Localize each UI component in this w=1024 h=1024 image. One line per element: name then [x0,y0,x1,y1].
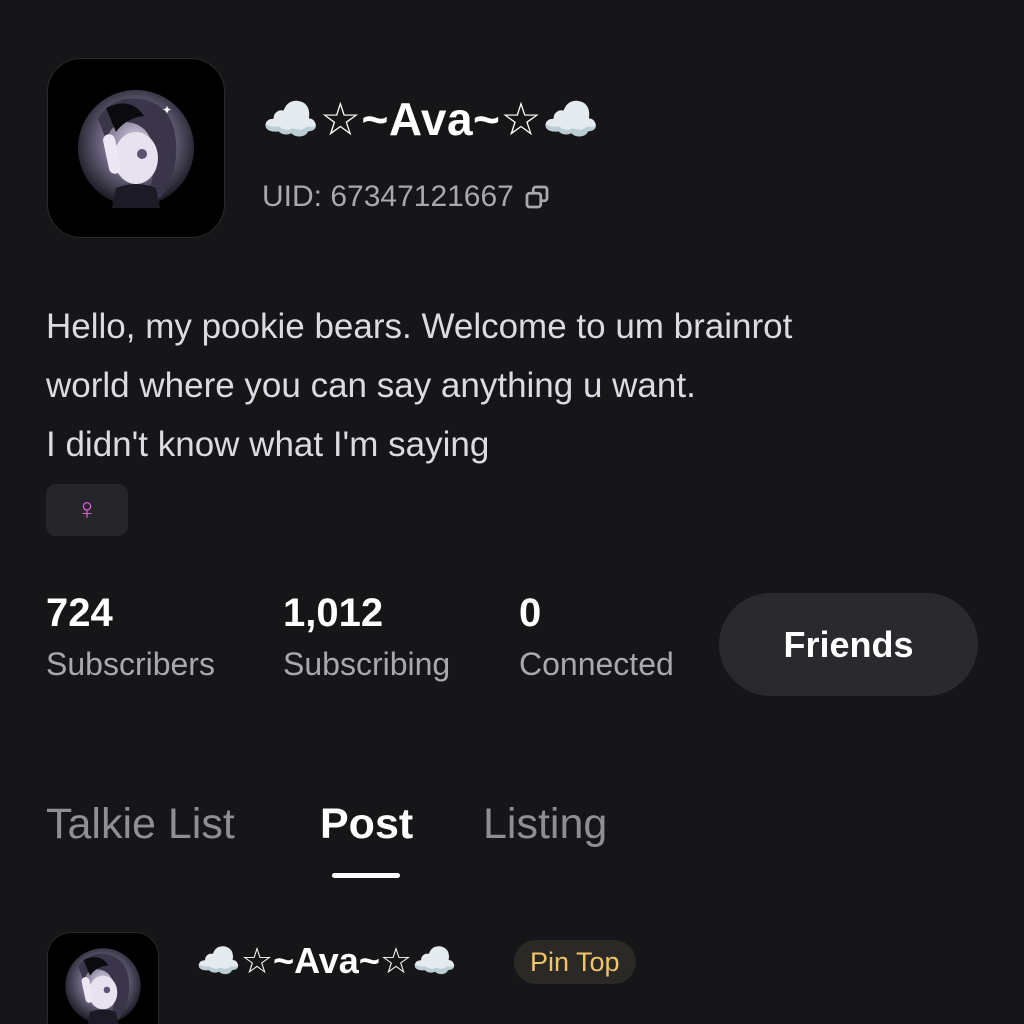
subscribers-label: Subscribers [46,646,215,682]
friends-button[interactable]: Friends [719,593,978,696]
tab-talkie-list[interactable]: Talkie List [46,800,235,849]
stat-subscribing[interactable]: 1,012 Subscribing [283,590,450,683]
bio-line: world where you can say anything u want. [46,366,696,405]
tab-post[interactable]: Post [320,800,413,849]
gender-badge: ♀ [46,484,128,536]
avatar-image: ✦ [78,90,194,208]
tab-listing[interactable]: Listing [483,800,607,849]
copy-icon[interactable] [522,182,552,212]
bio-line: Hello, my pookie bears. Welcome to um br… [46,307,793,346]
svg-text:✦: ✦ [162,103,172,117]
avatar-image [65,948,141,1024]
profile-avatar[interactable]: ✦ [47,58,225,238]
pin-top-badge: Pin Top [514,940,636,984]
connected-count: 0 [519,591,542,635]
stat-subscribers[interactable]: 724 Subscribers [46,590,215,683]
profile-name: ☁️☆~Ava~☆☁️ [262,93,600,145]
uid-row: UID: 67347121667 [262,180,552,214]
subscribers-count: 724 [46,591,113,635]
post-author-name[interactable]: ☁️☆~Ava~☆☁️ [196,940,457,982]
connected-label: Connected [519,646,674,682]
bio-line: I didn't know what I'm saying [46,425,490,464]
active-tab-indicator [332,873,400,878]
stat-connected[interactable]: 0 Connected [519,590,674,683]
subscribing-count: 1,012 [283,591,384,635]
female-icon: ♀ [75,493,99,526]
profile-page: ✦ ☁️☆~Ava~☆☁️ UID: 67347121667 Hello, my… [0,0,1024,1024]
subscribing-label: Subscribing [283,646,451,682]
uid-text: UID: 67347121667 [262,180,514,213]
profile-bio: Hello, my pookie bears. Welcome to um br… [46,297,946,474]
post-author-avatar[interactable] [47,932,159,1024]
